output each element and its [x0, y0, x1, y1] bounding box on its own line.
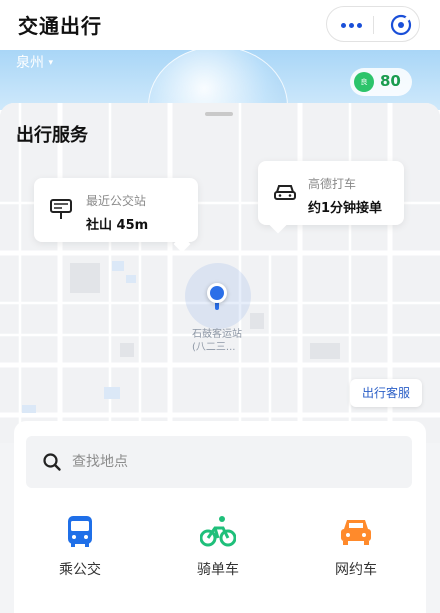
poi-line-2: (八二三...	[192, 342, 236, 353]
aqi-value: 80	[380, 72, 401, 90]
bus-stop-icon	[50, 199, 72, 219]
air-quality-badge[interactable]: 良 80	[350, 68, 412, 96]
location-pin-tail	[215, 302, 219, 310]
mode-bike-label: 骑单车	[197, 562, 239, 578]
more-dots-icon[interactable]	[341, 17, 363, 33]
bike-icon	[200, 516, 236, 547]
current-location-pin[interactable]	[207, 283, 227, 303]
bus-card-label: 最近公交站	[86, 194, 147, 208]
capsule-divider	[373, 16, 374, 34]
poi-line-1: 石鼓客运站	[192, 329, 242, 340]
mode-bus-button[interactable]: 乘公交	[40, 513, 120, 583]
search-icon	[43, 453, 61, 471]
car-icon	[341, 520, 371, 545]
customer-service-button[interactable]: 出行客服	[350, 379, 422, 407]
taxi-card-label: 高德打车	[308, 177, 357, 191]
app-title: 交通出行	[18, 14, 102, 38]
chevron-down-icon: ▾	[48, 58, 53, 68]
city-name: 泉州	[16, 55, 44, 71]
search-input[interactable]	[72, 448, 392, 476]
section-title: 出行服务	[16, 125, 88, 146]
bottom-sheet: 乘公交 骑单车 网约车	[14, 421, 426, 613]
drag-handle[interactable]	[205, 112, 233, 116]
decorative-bubble	[148, 50, 288, 110]
city-selector[interactable]: 泉州 ▾	[16, 52, 53, 72]
taxi-card-value: 约1分钟接单	[308, 201, 383, 216]
bus-icon	[68, 516, 92, 547]
close-circle-icon[interactable]	[389, 13, 413, 37]
header-bar: 交通出行	[0, 0, 440, 50]
aqi-level-dot: 良	[354, 72, 374, 92]
mini-program-capsule	[326, 6, 420, 42]
mode-bike-button[interactable]: 骑单车	[178, 513, 258, 583]
travel-service-panel: 出行服务 最近公交站 社山 45m 高德打车 约1分钟接单 石鼓客运站 (八二三…	[0, 103, 440, 613]
mode-bus-label: 乘公交	[59, 562, 101, 578]
search-bar[interactable]	[26, 436, 412, 488]
bus-card-value: 社山 45m	[86, 218, 149, 233]
taxi-card[interactable]: 高德打车 约1分钟接单	[258, 161, 404, 234]
mode-car-label: 网约车	[335, 562, 377, 578]
taxi-icon	[274, 185, 296, 200]
nearest-bus-stop-card[interactable]: 最近公交站 社山 45m	[34, 178, 198, 253]
mode-car-button[interactable]: 网约车	[316, 513, 396, 583]
poi-label: 石鼓客运站 (八二三...	[192, 328, 242, 354]
